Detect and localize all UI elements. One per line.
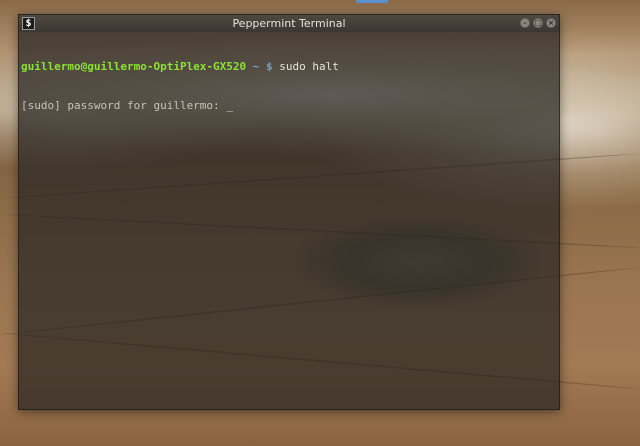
terminal-output[interactable]: guillermo@guillermo-OptiPlex-GX520 ~ $ s…	[21, 34, 557, 407]
terminal-window[interactable]: $ Peppermint Terminal – □ × guillermo@gu…	[18, 14, 560, 410]
prompt-user-host: guillermo@guillermo-OptiPlex-GX520	[21, 60, 247, 73]
password-prompt-line: [sudo] password for guillermo: _	[21, 99, 557, 112]
text-cursor: _	[226, 99, 233, 112]
top-panel-indicator	[356, 0, 388, 3]
minimize-icon[interactable]: –	[520, 18, 530, 28]
password-prompt: [sudo] password for guillermo:	[21, 99, 227, 112]
maximize-icon[interactable]: □	[533, 18, 543, 28]
command-line: guillermo@guillermo-OptiPlex-GX520 ~ $ s…	[21, 60, 557, 73]
title-bar[interactable]: $ Peppermint Terminal – □ ×	[19, 15, 559, 32]
close-icon[interactable]: ×	[546, 18, 556, 28]
command-text: sudo halt	[279, 60, 339, 73]
window-title: Peppermint Terminal	[232, 17, 346, 30]
prompt-path: ~ $	[246, 60, 280, 73]
